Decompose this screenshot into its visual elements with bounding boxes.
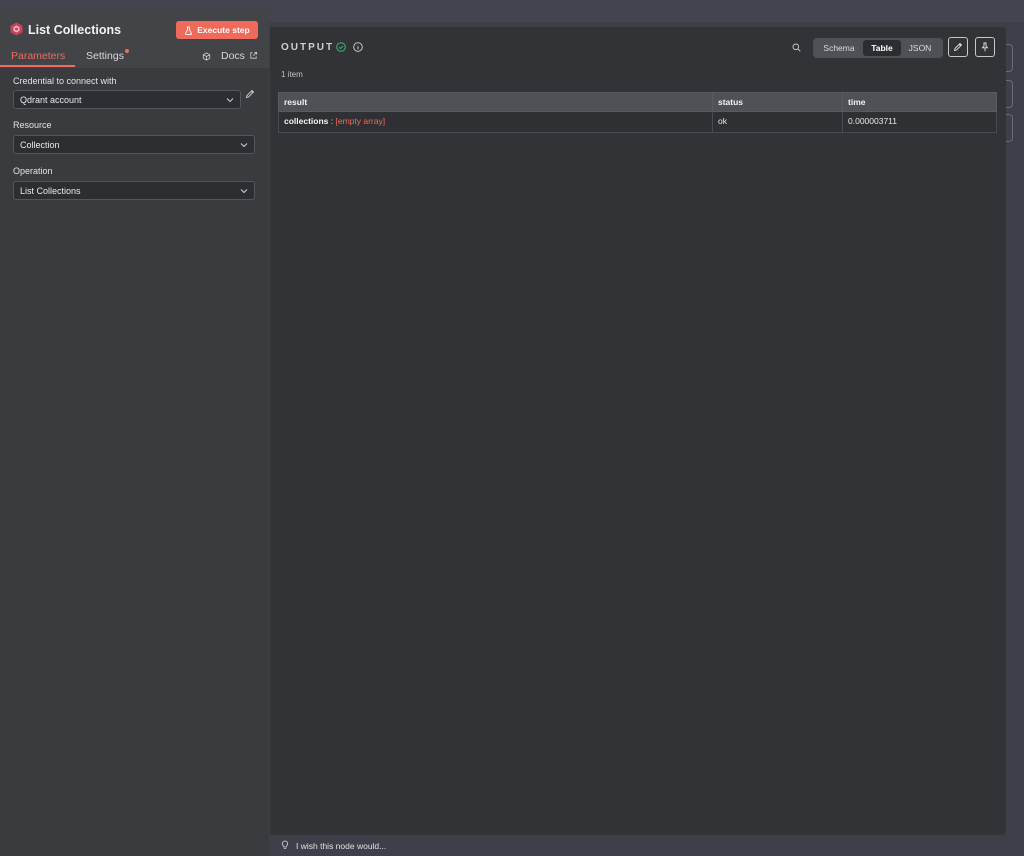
edit-output-button[interactable] (948, 37, 968, 57)
view-json-option[interactable]: JSON (901, 40, 939, 56)
credential-value: Qdrant account (20, 94, 82, 105)
tab-parameters[interactable]: Parameters (11, 50, 65, 62)
result-separator: : (328, 116, 336, 126)
box-icon[interactable] (202, 52, 211, 61)
tab-docs[interactable]: Docs (221, 50, 245, 62)
cell-time[interactable]: 0.000003711 (842, 111, 997, 133)
lightbulb-icon (281, 840, 289, 849)
view-table-option[interactable]: Table (863, 40, 901, 56)
column-header-result: result (278, 92, 713, 112)
background-node-edge (1006, 80, 1013, 108)
info-icon[interactable] (353, 42, 363, 52)
pencil-icon (953, 42, 963, 52)
result-value: [empty array] (335, 116, 386, 126)
chevron-down-icon (240, 189, 248, 194)
table-row: collections : [empty array] ok 0.0000037… (278, 111, 997, 133)
parameters-body: Credential to connect with Qdrant accoun… (0, 68, 269, 856)
output-panel: OUTPUT Schema Table JSON 1 item result s… (270, 27, 1006, 835)
settings-changed-dot (124, 49, 129, 53)
view-schema-option[interactable]: Schema (815, 40, 863, 56)
flask-icon (185, 25, 193, 35)
resource-label: Resource (13, 120, 52, 130)
active-tab-indicator (0, 65, 75, 67)
feedback-footer: I wish this node would... (270, 836, 1006, 856)
success-check-icon (336, 42, 346, 52)
node-header: List Collections Execute step (0, 10, 269, 50)
chevron-down-icon (240, 143, 248, 148)
output-table: result status time collections : [empty … (278, 92, 997, 133)
tab-settings-label: Settings (86, 50, 124, 62)
background-node-edge (1006, 44, 1013, 72)
execute-step-label: Execute step (197, 25, 250, 35)
credential-label: Credential to connect with (13, 76, 117, 86)
feedback-link[interactable]: I wish this node would... (296, 841, 386, 851)
item-count: 1 item (281, 70, 303, 79)
resource-select[interactable]: Collection (13, 135, 255, 154)
cell-result[interactable]: collections : [empty array] (278, 111, 713, 133)
background-node-edge (1006, 114, 1013, 142)
column-header-time: time (842, 92, 997, 112)
pin-icon (981, 42, 989, 52)
node-title: List Collections (28, 23, 122, 37)
execute-step-button[interactable]: Execute step (176, 21, 258, 39)
table-header-row: result status time (278, 92, 997, 112)
operation-value: List Collections (20, 185, 81, 196)
tab-settings[interactable]: Settings (86, 49, 129, 62)
chevron-down-icon (226, 98, 234, 103)
output-title: OUTPUT (281, 42, 335, 53)
resource-value: Collection (20, 139, 60, 150)
operation-label: Operation (13, 166, 53, 176)
node-parameters-panel: List Collections Execute step Parameters… (0, 10, 269, 856)
operation-select[interactable]: List Collections (13, 181, 255, 200)
view-mode-toggle: Schema Table JSON (813, 38, 943, 58)
cell-status[interactable]: ok (712, 111, 843, 133)
qdrant-logo-icon (10, 22, 23, 36)
column-header-status: status (712, 92, 843, 112)
search-icon[interactable] (792, 43, 801, 52)
external-link-icon[interactable] (249, 51, 258, 60)
edit-credential-pencil-icon[interactable] (245, 89, 255, 99)
result-key: collections (284, 116, 329, 126)
pin-data-button[interactable] (975, 37, 995, 57)
panel-tabs: Parameters Settings Docs (0, 47, 269, 69)
credential-select[interactable]: Qdrant account (13, 90, 241, 109)
